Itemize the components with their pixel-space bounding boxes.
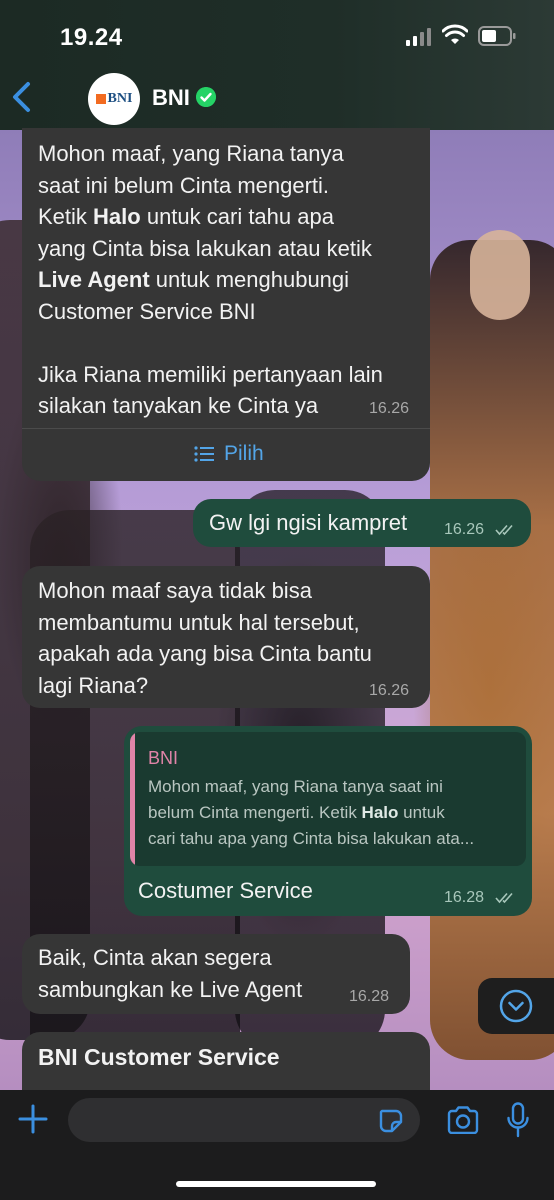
sticker-icon[interactable] [378, 1108, 404, 1134]
message-line: Customer Service BNI [38, 298, 256, 324]
status-time: 19.24 [60, 24, 123, 51]
quote-author: BNI [148, 748, 179, 768]
message-line: Mohon maaf, yang Riana tanya [38, 141, 344, 166]
message-incoming[interactable]: Mohon maaf saya tidak bisa membantumu un… [22, 566, 430, 708]
contact-name[interactable]: BNI [152, 85, 190, 111]
message-line [38, 327, 428, 359]
message-text: Baik, Cinta akan segera sambungkan ke Li… [38, 945, 303, 1002]
plus-icon[interactable] [16, 1102, 50, 1136]
wifi-icon [442, 24, 468, 44]
chevron-down-circle-icon [499, 989, 533, 1023]
message-outgoing[interactable]: Gw lgi ngisi kampret 16.26 [193, 499, 531, 547]
chat-header: 19.24 BNI BNI [0, 0, 554, 130]
quoted-message[interactable]: BNI Mohon maaf, yang Riana tanya saat in… [130, 732, 526, 866]
message-text: Costumer Service [138, 878, 313, 903]
contact-avatar[interactable]: BNI [88, 73, 140, 125]
cellular-signal-icon [406, 28, 432, 46]
quote-accent-bar [130, 732, 135, 866]
read-receipt-icon [495, 524, 513, 536]
message-incoming[interactable]: Baik, Cinta akan segera sambungkan ke Li… [22, 934, 410, 1014]
microphone-icon[interactable] [506, 1102, 530, 1138]
read-receipt-icon [495, 892, 513, 904]
message-input[interactable] [68, 1098, 420, 1142]
message-text: Mohon maaf, yang Riana tanya saat ini bel… [38, 138, 428, 422]
message-time: 16.26 [369, 400, 410, 417]
message-time: 16.28 [349, 988, 390, 1005]
message-time: 16.28 [444, 889, 485, 906]
bni-logo: BNI [95, 91, 132, 107]
message-line: yang Cinta bisa lakukan atau ketik [38, 235, 372, 261]
camera-icon[interactable] [446, 1106, 480, 1134]
message-line: saat ini belum Cinta mengerti. [38, 172, 330, 198]
verified-badge-icon [196, 87, 216, 107]
back-chevron-icon[interactable] [10, 80, 34, 114]
message-title: BNI Customer Service [38, 1044, 280, 1070]
message-incoming[interactable]: Mohon maaf, yang Riana tanya saat ini bel… [22, 128, 430, 481]
message-line: Jika Riana memiliki pertanyaan lain [38, 361, 383, 387]
pilih-button[interactable]: Pilih [194, 442, 264, 466]
message-time: 16.26 [369, 682, 410, 699]
battery-icon [478, 26, 516, 46]
message-line: Ketik Halo untuk cari tahu apa [38, 204, 334, 229]
message-line: Live Agent untuk menghubungi [38, 267, 350, 292]
message-text: Gw lgi ngisi kampret [209, 510, 408, 535]
home-indicator [176, 1181, 376, 1187]
message-time: 16.26 [444, 521, 485, 538]
divider [22, 428, 430, 429]
pilih-label: Pilih [224, 442, 264, 465]
list-icon [194, 446, 214, 462]
scroll-to-bottom-button[interactable] [478, 978, 554, 1034]
quote-text: Mohon maaf, yang Riana tanya saat ini be… [148, 777, 475, 848]
